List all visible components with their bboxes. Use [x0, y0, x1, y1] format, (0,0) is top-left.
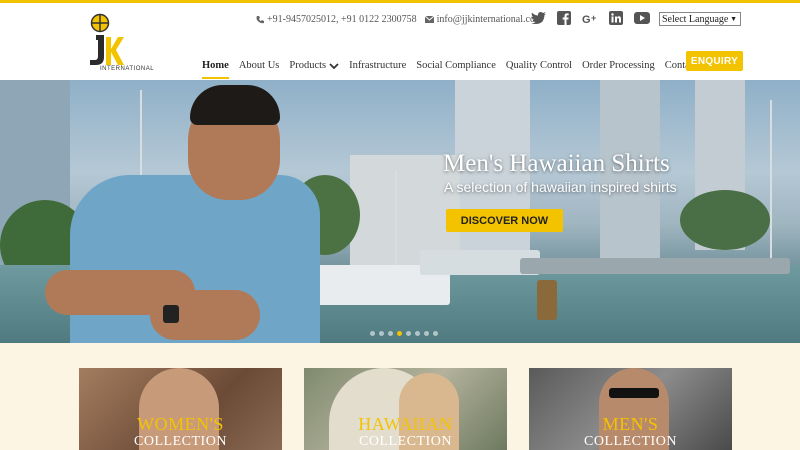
youtube-icon[interactable] [634, 10, 650, 26]
nav-item-infrastructure[interactable]: Infrastructure [349, 51, 406, 79]
nav-item-home[interactable]: Home [202, 51, 229, 79]
collection-title: WOMEN'S [137, 414, 224, 434]
collection-subtitle: COLLECTION [584, 434, 677, 449]
wristwatch [163, 305, 179, 323]
nav-item-label: Infrastructure [349, 60, 407, 71]
hero-title: Men's Hawaiian Shirts [443, 150, 670, 177]
hero-subtitle: A selection of hawaiian inspired shirts [444, 179, 677, 195]
phone-icon [256, 15, 264, 23]
dropdown-arrow-icon: ▼ [730, 15, 737, 23]
nav-item-label: Social Compliance [416, 60, 496, 71]
phone-contact[interactable]: +91-9457025012, +91 0122 2300758 [256, 14, 417, 25]
language-select[interactable]: Select Language ▼ [659, 12, 741, 26]
envelope-icon [424, 15, 434, 23]
collection-title: HAWAIIAN [358, 414, 453, 434]
nav-item-social-compliance[interactable]: Social Compliance [416, 51, 496, 79]
collection-card-womens[interactable]: WOMEN'S COLLECTION [79, 368, 282, 450]
background-tree [680, 190, 770, 250]
brand-logo-text: INTERNATIONAL [100, 66, 155, 72]
nav-item-label: Order Processing [582, 60, 655, 71]
dock-post [537, 280, 557, 320]
site-header: INTERNATIONAL +91-9457025012, +91 0122 2… [0, 3, 800, 80]
facebook-icon[interactable] [556, 10, 572, 26]
google-plus-icon[interactable]: G + [582, 10, 598, 26]
slider-dot[interactable] [424, 331, 429, 336]
collection-subtitle: COLLECTION [134, 434, 227, 449]
hero-slider: Men's Hawaiian Shirts A selection of haw… [0, 80, 800, 343]
dock [520, 258, 790, 274]
person-hair [190, 85, 280, 125]
slider-dots [370, 331, 442, 336]
nav-item-quality-control[interactable]: Quality Control [506, 51, 572, 79]
nav-item-label: Home [202, 60, 229, 71]
linkedin-icon[interactable] [608, 10, 624, 26]
slider-dot[interactable] [406, 331, 411, 336]
language-select-label: Select Language [662, 13, 729, 25]
enquiry-button[interactable]: ENQUIRY [686, 51, 743, 71]
slider-dot[interactable] [379, 331, 384, 336]
email-address: info@jjkinternational.com [436, 13, 543, 25]
nav-item-products[interactable]: Products [289, 51, 339, 79]
nav-item-label: Products [289, 60, 327, 71]
collection-card-hawaiian[interactable]: HAWAIIAN COLLECTION [304, 368, 507, 450]
main-navigation: Home About Us Products Infrastructure So… [202, 51, 719, 79]
email-contact[interactable]: info@jjkinternational.com [424, 13, 543, 25]
slider-dot[interactable] [388, 331, 393, 336]
social-links: G + [530, 10, 660, 26]
discover-now-button[interactable]: DISCOVER NOW [446, 209, 563, 232]
sunglasses [609, 388, 659, 398]
slider-dot[interactable] [415, 331, 420, 336]
twitter-icon[interactable] [530, 10, 546, 26]
phone-numbers: +91-9457025012, +91 0122 2300758 [267, 13, 417, 25]
chevron-down-icon [329, 62, 339, 69]
slider-dot[interactable] [433, 331, 438, 336]
collection-title: MEN'S [602, 414, 659, 434]
boat-mast [770, 100, 772, 270]
svg-text:G: G [582, 14, 591, 24]
slider-dot[interactable] [397, 331, 402, 336]
nav-item-label: Quality Control [505, 60, 573, 71]
contact-info: +91-9457025012, +91 0122 2300758 info@jj… [256, 11, 551, 27]
collection-card-mens[interactable]: MEN'S COLLECTION [529, 368, 732, 450]
nav-item-label: About Us [238, 60, 280, 71]
nav-item-order-processing[interactable]: Order Processing [582, 51, 655, 79]
slider-dot[interactable] [370, 331, 375, 336]
svg-text:+: + [591, 13, 596, 23]
collection-subtitle: COLLECTION [359, 434, 452, 449]
collections-section: WOMEN'S COLLECTION HAWAIIAN COLLECTION M… [0, 343, 800, 450]
nav-item-about-us[interactable]: About Us [239, 51, 280, 79]
